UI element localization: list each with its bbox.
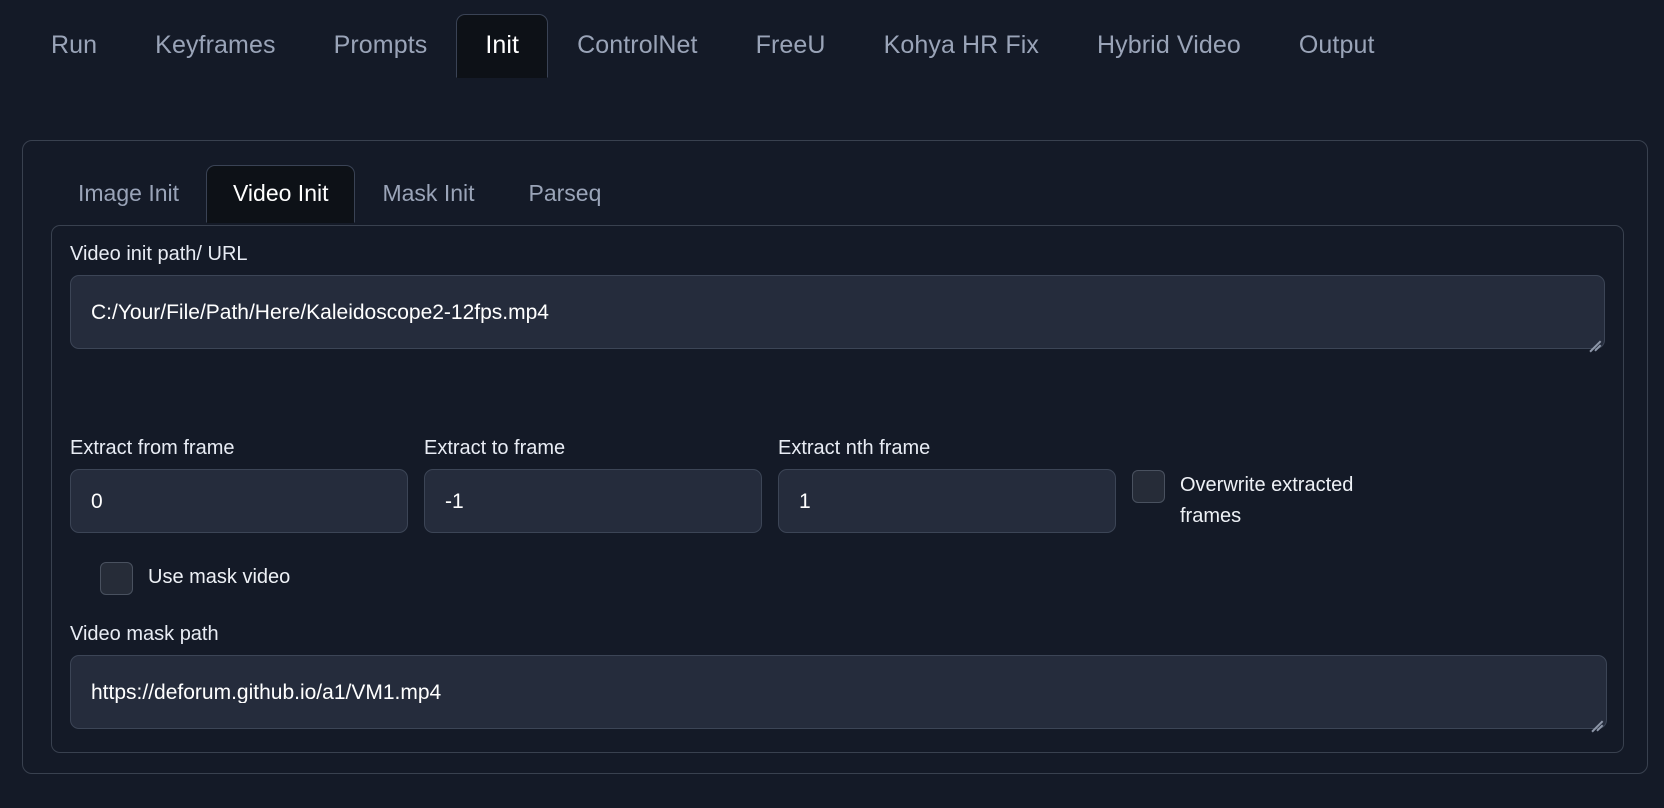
use-mask-video-label: Use mask video bbox=[148, 566, 291, 588]
video-init-path-input[interactable]: C:/Your/File/Path/Here/Kaleidoscope2-12f… bbox=[70, 275, 1605, 349]
use-mask-video-checkbox[interactable] bbox=[100, 562, 133, 595]
subtab-parseq[interactable]: Parseq bbox=[502, 165, 629, 223]
tab-output[interactable]: Output bbox=[1270, 14, 1404, 78]
use-mask-video-checkbox-row[interactable]: Use mask video bbox=[100, 562, 290, 595]
subtab-video-init[interactable]: Video Init bbox=[206, 165, 356, 223]
extract-nth-frame-value: 1 bbox=[799, 489, 811, 513]
video-mask-path-label: Video mask path bbox=[70, 623, 219, 645]
extract-nth-frame-field: Extract nth frame 1 bbox=[778, 438, 1116, 533]
tab-kohya-hr-fix[interactable]: Kohya HR Fix bbox=[855, 14, 1068, 78]
subtab-mask-init[interactable]: Mask Init bbox=[355, 165, 501, 223]
tab-hybrid-video[interactable]: Hybrid Video bbox=[1068, 14, 1270, 78]
top-tab-bar: Run Keyframes Prompts Init ControlNet Fr… bbox=[22, 14, 1648, 78]
extract-to-frame-field: Extract to frame -1 bbox=[424, 438, 762, 533]
extract-to-frame-value: -1 bbox=[445, 489, 464, 513]
init-panel: Image Init Video Init Mask Init Parseq V… bbox=[22, 140, 1648, 774]
tab-controlnet[interactable]: ControlNet bbox=[548, 14, 727, 78]
video-mask-path-value: https://deforum.github.io/a1/VM1.mp4 bbox=[91, 681, 442, 703]
overwrite-extracted-frames-label: Overwrite extracted frames bbox=[1180, 474, 1354, 527]
extract-nth-frame-label: Extract nth frame bbox=[778, 437, 931, 459]
video-init-path-value: C:/Your/File/Path/Here/Kaleidoscope2-12f… bbox=[91, 301, 549, 323]
init-sub-tab-bar: Image Init Video Init Mask Init Parseq bbox=[51, 165, 628, 223]
tab-init[interactable]: Init bbox=[456, 14, 549, 78]
tab-prompts[interactable]: Prompts bbox=[305, 14, 457, 78]
video-init-path-label: Video init path/ URL bbox=[70, 243, 248, 265]
overwrite-extracted-frames-checkbox[interactable] bbox=[1132, 470, 1165, 503]
video-mask-path-input[interactable]: https://deforum.github.io/a1/VM1.mp4 bbox=[70, 655, 1607, 729]
resize-handle-icon[interactable] bbox=[1585, 329, 1601, 345]
video-mask-path-field: Video mask path https://deforum.github.i… bbox=[70, 624, 1607, 729]
subtab-image-init[interactable]: Image Init bbox=[51, 165, 206, 223]
extract-to-frame-input[interactable]: -1 bbox=[424, 469, 762, 533]
extract-from-frame-label: Extract from frame bbox=[70, 437, 235, 459]
tab-freeu[interactable]: FreeU bbox=[727, 14, 855, 78]
app-root: Run Keyframes Prompts Init ControlNet Fr… bbox=[0, 0, 1664, 808]
video-init-form: Video init path/ URL C:/Your/File/Path/H… bbox=[51, 225, 1624, 753]
overwrite-extracted-frames-checkbox-row[interactable]: Overwrite extracted frames bbox=[1132, 470, 1432, 532]
resize-handle-icon[interactable] bbox=[1587, 709, 1603, 725]
extract-from-frame-field: Extract from frame 0 bbox=[70, 438, 408, 533]
extract-nth-frame-input[interactable]: 1 bbox=[778, 469, 1116, 533]
extract-from-frame-input[interactable]: 0 bbox=[70, 469, 408, 533]
extract-from-frame-value: 0 bbox=[91, 489, 103, 513]
tab-keyframes[interactable]: Keyframes bbox=[126, 14, 304, 78]
extract-to-frame-label: Extract to frame bbox=[424, 437, 566, 459]
tab-run[interactable]: Run bbox=[22, 14, 126, 78]
extract-frames-row: Extract from frame 0 Extract to frame -1… bbox=[70, 438, 1607, 533]
